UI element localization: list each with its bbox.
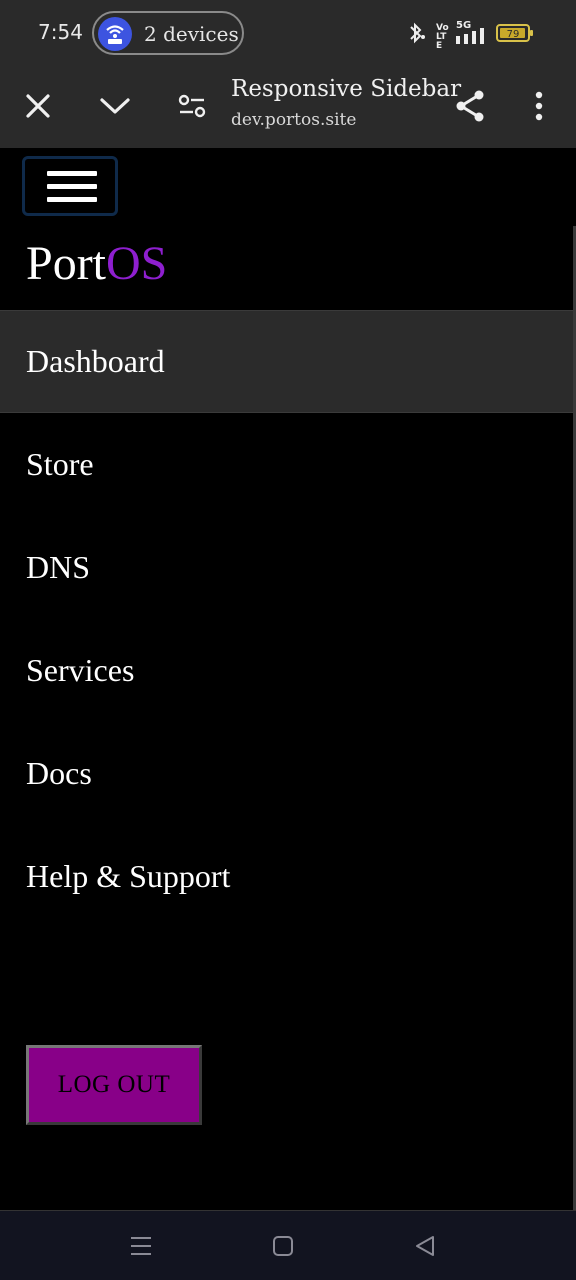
menu-toggle-button[interactable] — [22, 156, 118, 216]
volte-icon: Vo LTE — [436, 23, 449, 51]
nav-item-services[interactable]: Services — [0, 619, 573, 722]
page-title: Responsive Sidebar — [231, 76, 462, 102]
brand-accent: OS — [106, 237, 168, 290]
nav-item-store[interactable]: Store — [0, 413, 573, 516]
nav-item-docs[interactable]: Docs — [0, 722, 573, 825]
close-icon — [26, 94, 50, 118]
nav-item-help-support[interactable]: Help & Support — [0, 825, 573, 928]
brand-prefix: Port — [26, 237, 107, 290]
nav-item-dashboard[interactable]: Dashboard — [0, 310, 573, 413]
nav-item-dns[interactable]: DNS — [0, 516, 573, 619]
back-icon — [416, 1236, 434, 1256]
close-button[interactable] — [16, 84, 60, 128]
back-button[interactable] — [410, 1231, 440, 1261]
hotspot-label: 2 devices — [144, 22, 239, 46]
recent-apps-button[interactable] — [126, 1231, 156, 1261]
signal-icon — [456, 28, 490, 48]
chevron-down-icon — [100, 98, 130, 114]
page-content: PortOS Dashboard Store DNS Services Docs… — [0, 148, 576, 1210]
hotspot-indicator[interactable]: 2 devices — [92, 11, 244, 55]
battery-icon: 79 — [496, 24, 534, 46]
browser-toolbar: Responsive Sidebar dev.portos.site — [0, 66, 576, 148]
page-url: dev.portos.site — [231, 110, 357, 130]
hamburger-icon — [47, 171, 97, 176]
home-icon — [273, 1236, 293, 1256]
sidebar-nav: Dashboard Store DNS Services Docs Help &… — [0, 310, 573, 928]
page-settings-button[interactable] — [170, 84, 214, 128]
status-icons: Vo LTE 5G 79 — [406, 20, 536, 51]
status-time: 7:54 — [38, 20, 83, 44]
logout-button[interactable]: LOG OUT — [26, 1045, 202, 1125]
share-icon — [456, 90, 484, 122]
home-button[interactable] — [268, 1231, 298, 1261]
share-button[interactable] — [448, 84, 492, 128]
brand-logo[interactable]: PortOS — [26, 236, 167, 291]
svg-text:79: 79 — [507, 29, 520, 40]
tune-icon — [178, 94, 206, 118]
system-nav-bar — [0, 1210, 576, 1280]
minimize-button[interactable] — [93, 84, 137, 128]
status-bar: 7:54 2 devices Vo LTE 5G 79 — [0, 0, 576, 66]
hotspot-icon — [98, 17, 132, 51]
recent-apps-icon — [131, 1237, 151, 1255]
more-options-button[interactable] — [517, 84, 561, 128]
bluetooth-icon — [406, 22, 426, 48]
more-vert-icon — [535, 91, 543, 121]
